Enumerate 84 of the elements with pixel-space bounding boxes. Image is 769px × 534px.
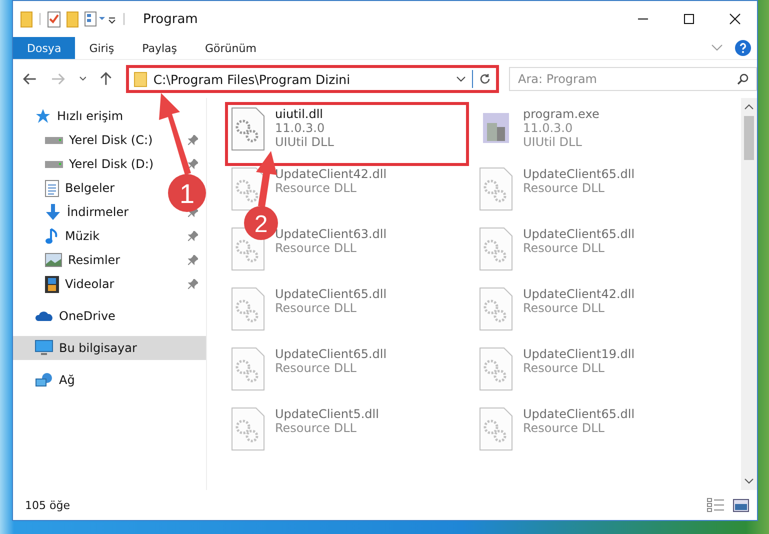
back-arrow-icon[interactable]	[23, 73, 37, 85]
file-name: UpdateClient5.dll	[275, 407, 379, 421]
file-name: UpdateClient63.dll	[275, 227, 387, 241]
nav-item[interactable]: Belgeler	[13, 176, 123, 200]
ribbon-tab[interactable]: Dosya	[13, 37, 76, 59]
gear-file-icon	[479, 227, 513, 271]
pin-icon[interactable]	[188, 159, 198, 169]
nav-item[interactable]: Resimler	[13, 248, 206, 272]
up-arrow-icon[interactable]	[100, 72, 112, 86]
gear-file-icon	[479, 407, 513, 451]
scroll-down-icon[interactable]	[744, 478, 754, 484]
scroll-thumb[interactable]	[744, 116, 754, 160]
nav-item[interactable]: Bu bilgisayar	[13, 336, 206, 360]
file-detail: Resource DLL	[523, 301, 606, 315]
file-name: UpdateClient65.dll	[275, 347, 387, 361]
file-detail: Resource DLL	[275, 181, 358, 195]
chevron-down-icon[interactable]	[78, 76, 86, 82]
nav-item[interactable]: Yerel Disk (D:)	[13, 152, 206, 176]
file-name: program.exe	[523, 107, 600, 121]
file-detail: Resource DLL	[523, 181, 606, 195]
file-name: UpdateClient65.dll	[523, 407, 635, 421]
file-name: UpdateClient42.dll	[523, 287, 635, 301]
cloud-icon	[35, 310, 53, 322]
music-note-icon	[45, 228, 59, 244]
file-name: UpdateClient65.dll	[523, 167, 635, 181]
file-detail: Resource DLL	[275, 421, 358, 435]
step-number-badge: 1	[168, 174, 206, 212]
file-name: UpdateClient65.dll	[275, 287, 387, 301]
file-detail: Resource DLL	[275, 361, 358, 375]
search-field[interactable]: Ara: Program	[509, 67, 758, 91]
file-detail: Resource DLL	[275, 301, 358, 315]
large-icons-view-icon[interactable]	[733, 498, 749, 512]
gear-file-icon	[231, 347, 265, 391]
pin-icon[interactable]	[188, 279, 198, 289]
film-icon	[45, 276, 59, 292]
annotation-arrow	[256, 151, 277, 207]
nav-item[interactable]: Hızlı erişim	[13, 104, 206, 128]
scroll-up-icon[interactable]	[744, 104, 754, 110]
search-icon[interactable]	[737, 73, 750, 85]
file-name: UpdateClient42.dll	[275, 167, 387, 181]
pin-icon[interactable]	[188, 135, 198, 145]
file-detail: 11.0.3.0	[523, 121, 574, 135]
gear-file-icon	[231, 287, 265, 331]
file-detail: Resource DLL	[523, 421, 606, 435]
nav-item[interactable]: OneDrive	[13, 304, 206, 328]
pin-icon[interactable]	[188, 231, 198, 241]
file-name: UpdateClient65.dll	[523, 227, 635, 241]
gear-file-icon	[479, 347, 513, 391]
file-detail: UIUtil DLL	[523, 135, 583, 149]
pin-icon[interactable]	[188, 255, 198, 265]
picture-icon	[45, 253, 62, 267]
file-detail: Resource DLL	[523, 241, 606, 255]
scrollbar[interactable]	[741, 98, 757, 490]
nav-item[interactable]: Ağ	[13, 368, 206, 392]
ribbon-tab[interactable]: Giriş	[75, 37, 128, 59]
file-detail: 11.0.3.0	[275, 121, 326, 135]
ribbon-tab[interactable]: Paylaş	[128, 37, 191, 59]
gear-file-icon	[479, 287, 513, 331]
gear-file-icon	[479, 167, 513, 211]
network-icon	[35, 372, 53, 388]
address-bar[interactable]: C:\Program Files\Program Dizini	[126, 65, 500, 93]
file-detail: Resource DLL	[523, 361, 606, 375]
file-detail: UIUtil DLL	[275, 135, 334, 149]
star-icon	[35, 108, 51, 124]
nav-item[interactable]: Müzik	[13, 224, 206, 248]
monitor-icon	[35, 340, 53, 356]
gear-file-icon	[231, 107, 265, 151]
down-arrow-icon	[45, 204, 61, 220]
file-detail: Resource DLL	[275, 241, 358, 255]
ribbon-tab[interactable]: Görünüm	[191, 37, 270, 59]
close-icon[interactable]	[729, 13, 741, 25]
drive-icon	[45, 136, 63, 144]
item-count: 105 öğe	[25, 498, 70, 512]
maximize-icon[interactable]	[683, 13, 695, 25]
details-view-icon[interactable]	[707, 498, 725, 512]
document-icon	[45, 180, 59, 196]
file-name: UpdateClient19.dll	[523, 347, 635, 361]
drive-icon	[45, 160, 63, 168]
nav-item[interactable]: Videolar	[13, 272, 206, 296]
nav-item[interactable]: Yerel Disk (C:)	[13, 128, 206, 152]
gear-file-icon	[231, 407, 265, 451]
window-title: Program	[143, 12, 198, 26]
help-icon[interactable]	[735, 40, 751, 56]
file-name: uiutil.dll	[275, 107, 324, 121]
